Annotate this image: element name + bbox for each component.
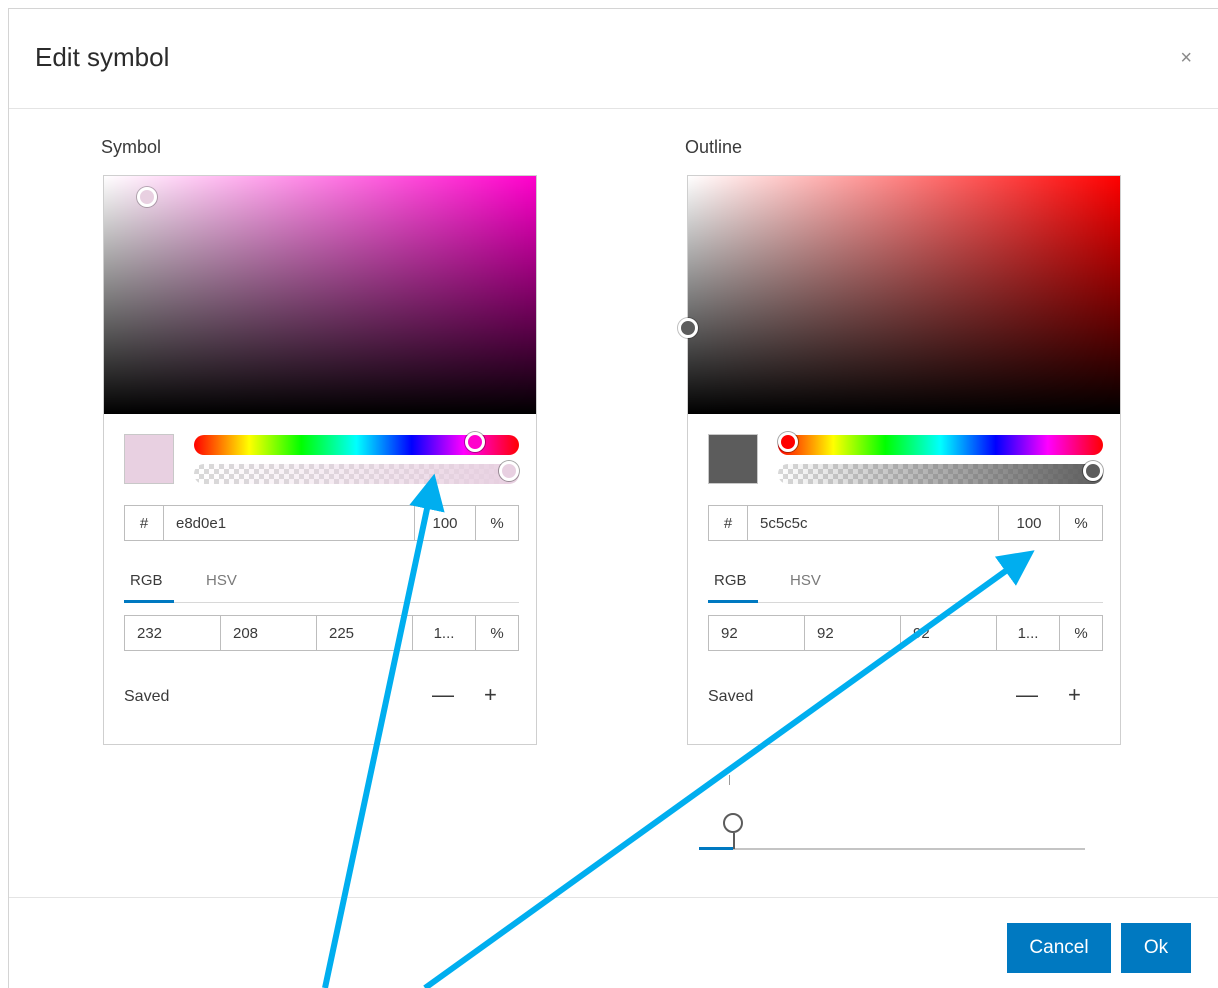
outline-hue-thumb[interactable] bbox=[778, 432, 798, 452]
symbol-color-preview bbox=[124, 434, 174, 484]
slider-thumb-stem bbox=[733, 833, 735, 849]
outline-hue-slider[interactable] bbox=[778, 432, 1103, 455]
outline-r-input[interactable]: 92 bbox=[709, 616, 805, 650]
saved-label: Saved bbox=[124, 688, 170, 705]
outline-g-input[interactable]: 92 bbox=[805, 616, 901, 650]
saved-label: Saved bbox=[708, 688, 754, 705]
dialog-header: Edit symbol × bbox=[9, 9, 1218, 109]
dialog-title: Edit symbol bbox=[35, 42, 170, 72]
symbol-color-picker: # e8d0e1 100 % RGB HSV 232 208 225 1... … bbox=[103, 175, 537, 745]
symbol-g-input[interactable]: 208 bbox=[221, 616, 317, 650]
slider-track bbox=[699, 848, 1085, 850]
percent-label: % bbox=[1074, 514, 1088, 532]
remove-saved-color-button[interactable]: — bbox=[1016, 682, 1038, 708]
edit-symbol-dialog: Edit symbol × Symbol # e8d0e1 100 % RGB … bbox=[8, 8, 1218, 988]
symbol-rgb-row: 232 208 225 1... % bbox=[124, 615, 519, 651]
outline-a-input[interactable]: 1... bbox=[997, 616, 1060, 650]
outline-saturation-value-area[interactable] bbox=[678, 176, 1120, 414]
symbol-opacity-input[interactable]: 100 bbox=[415, 506, 476, 540]
symbol-color-mode-tabs: RGB HSV bbox=[124, 568, 519, 603]
hash-label: # bbox=[125, 506, 164, 540]
ok-button[interactable]: Ok bbox=[1121, 923, 1191, 973]
outline-color-mode-tabs: RGB HSV bbox=[708, 568, 1103, 603]
tab-hsv[interactable]: HSV bbox=[790, 572, 821, 589]
symbol-hex-row: # e8d0e1 100 % bbox=[124, 505, 519, 541]
cancel-button[interactable]: Cancel bbox=[1007, 923, 1111, 973]
close-icon[interactable]: × bbox=[1180, 47, 1192, 70]
percent-label: % bbox=[490, 514, 504, 532]
symbol-label: Symbol bbox=[101, 137, 162, 157]
symbol-b-input[interactable]: 225 bbox=[317, 616, 413, 650]
outline-opacity-slider[interactable] bbox=[778, 464, 1103, 484]
symbol-saturation-value-area[interactable] bbox=[104, 176, 536, 414]
symbol-opacity-thumb[interactable] bbox=[499, 461, 519, 481]
percent-label: % bbox=[1074, 624, 1088, 642]
symbol-hue-slider[interactable] bbox=[194, 432, 519, 455]
outline-hex-row: # 5c5c5c 100 % bbox=[708, 505, 1103, 541]
footer-divider bbox=[9, 897, 1218, 898]
outline-hex-input[interactable]: 5c5c5c bbox=[748, 506, 999, 540]
tab-rgb[interactable]: RGB bbox=[130, 572, 163, 589]
add-saved-color-button[interactable]: + bbox=[484, 682, 497, 708]
outline-color-preview bbox=[708, 434, 758, 484]
symbol-hex-input[interactable]: e8d0e1 bbox=[164, 506, 415, 540]
outline-width-slider[interactable] bbox=[699, 775, 1099, 855]
remove-saved-color-button[interactable]: — bbox=[432, 682, 454, 708]
tab-rgb[interactable]: RGB bbox=[714, 572, 747, 589]
outline-opacity-thumb[interactable] bbox=[1083, 461, 1103, 481]
active-tab-indicator bbox=[124, 600, 174, 603]
symbol-r-input[interactable]: 232 bbox=[125, 616, 221, 650]
outline-rgb-row: 92 92 92 1... % bbox=[708, 615, 1103, 651]
slider-tick bbox=[729, 775, 730, 785]
slider-thumb[interactable] bbox=[723, 813, 743, 833]
outline-b-input[interactable]: 92 bbox=[901, 616, 997, 650]
outline-label: Outline bbox=[685, 137, 743, 157]
symbol-a-input[interactable]: 1... bbox=[413, 616, 476, 650]
symbol-opacity-slider[interactable] bbox=[194, 464, 519, 484]
outline-color-picker: # 5c5c5c 100 % RGB HSV 92 92 92 1... % S… bbox=[678, 175, 1121, 745]
outline-opacity-input[interactable]: 100 bbox=[999, 506, 1060, 540]
slider-track-active bbox=[699, 847, 733, 850]
tab-hsv[interactable]: HSV bbox=[206, 572, 237, 589]
symbol-hue-thumb[interactable] bbox=[465, 432, 486, 452]
add-saved-color-button[interactable]: + bbox=[1068, 682, 1081, 708]
percent-label: % bbox=[490, 624, 504, 642]
hash-label: # bbox=[709, 506, 748, 540]
active-tab-indicator bbox=[708, 600, 758, 603]
